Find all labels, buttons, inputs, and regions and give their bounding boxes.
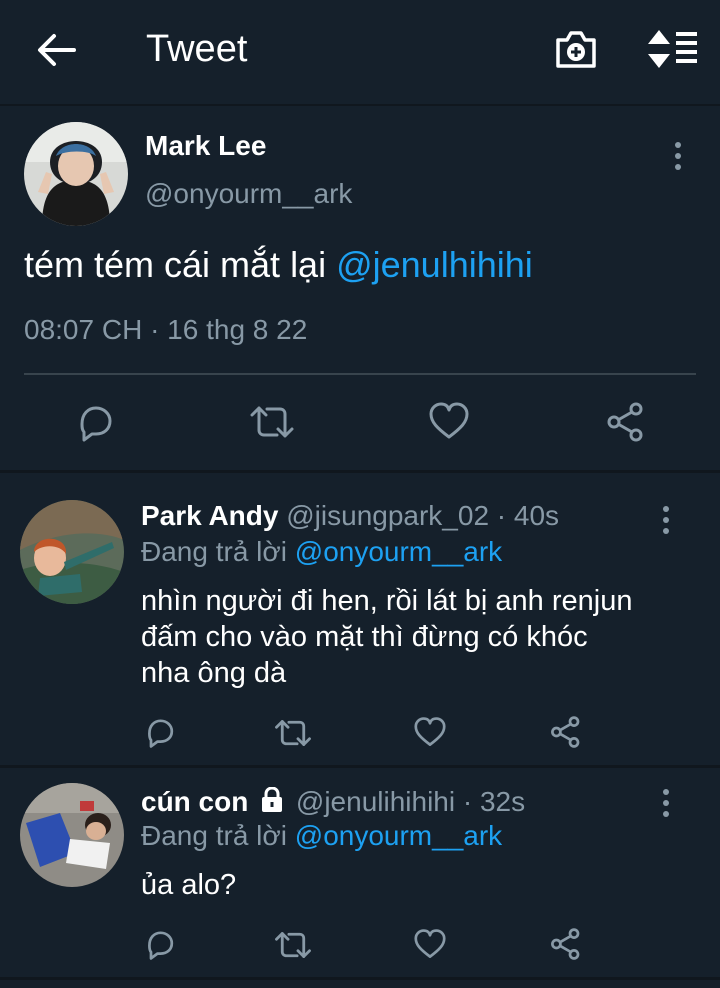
mention-link[interactable]: @onyourm__ark (295, 536, 502, 567)
top-app-bar: Tweet (0, 0, 720, 106)
tweet-text: tém tém cái mắt lại @jenulhihihi (24, 244, 533, 286)
replying-to: Đang trả lời @onyourm__ark (141, 536, 502, 568)
separator (0, 470, 720, 473)
sort-icon[interactable] (646, 28, 698, 70)
separator (0, 977, 720, 980)
share-icon[interactable] (606, 402, 646, 442)
reply-header: Park Andy @jisungpark_02 · 40s (141, 500, 559, 532)
page-title: Tweet (146, 28, 248, 70)
replying-prefix: Đang trả lời (141, 820, 295, 851)
author-name[interactable]: Mark Lee (145, 130, 266, 162)
reply-text-line: ủa alo? (141, 869, 237, 901)
avatar[interactable] (24, 122, 128, 226)
reply-text-line: đấm cho vào mặt thì đừng có khóc (141, 621, 588, 653)
mention-link[interactable]: @onyourm__ark (295, 820, 502, 851)
more-vert-icon[interactable] (661, 788, 671, 818)
reply-author-name[interactable]: Park Andy (141, 500, 278, 531)
divider (24, 373, 696, 375)
reply-header: cún con @jenulihihihi · 32s (141, 786, 525, 818)
share-icon[interactable] (550, 716, 582, 748)
retweet-icon[interactable] (274, 718, 312, 748)
like-icon[interactable] (414, 717, 446, 747)
reply-text: ủa alo? (141, 867, 681, 903)
separator (0, 765, 720, 768)
like-icon[interactable] (414, 929, 446, 959)
avatar[interactable] (20, 783, 124, 887)
reply-author-name[interactable]: cún con (141, 786, 248, 817)
reply-author-meta[interactable]: @jenulihihihi · 32s (296, 786, 525, 817)
more-vert-icon[interactable] (673, 141, 683, 171)
reply-icon[interactable] (74, 402, 114, 442)
replying-prefix: Đang trả lời (141, 536, 295, 567)
lock-icon (262, 787, 283, 812)
reply-text: nhìn người đi hen, rồi lát bị anh renjun… (141, 583, 681, 691)
like-icon[interactable] (429, 402, 469, 440)
tweet-text-body: tém tém cái mắt lại (24, 244, 337, 285)
tweet-timestamp: 08:07 CH · 16 thg 8 22 (24, 314, 308, 345)
replying-to: Đang trả lời @onyourm__ark (141, 820, 502, 852)
mention-link[interactable]: @jenulhihihi (336, 244, 533, 285)
back-arrow-icon[interactable] (36, 32, 76, 68)
reply-icon[interactable] (143, 928, 175, 960)
retweet-icon[interactable] (249, 404, 295, 440)
more-vert-icon[interactable] (661, 505, 671, 535)
reply-text-line: nha ông dà (141, 657, 287, 689)
reply-author-meta[interactable]: @jisungpark_02 · 40s (286, 500, 559, 531)
tweet-actions (0, 398, 720, 448)
reply-text-line: nhìn người đi hen, rồi lát bị anh renjun (141, 585, 633, 617)
retweet-icon[interactable] (274, 930, 312, 960)
camera-plus-icon[interactable] (554, 28, 598, 70)
avatar[interactable] (20, 500, 124, 604)
share-icon[interactable] (550, 928, 582, 960)
author-handle[interactable]: @onyourm__ark (145, 178, 352, 210)
reply-icon[interactable] (143, 716, 175, 748)
